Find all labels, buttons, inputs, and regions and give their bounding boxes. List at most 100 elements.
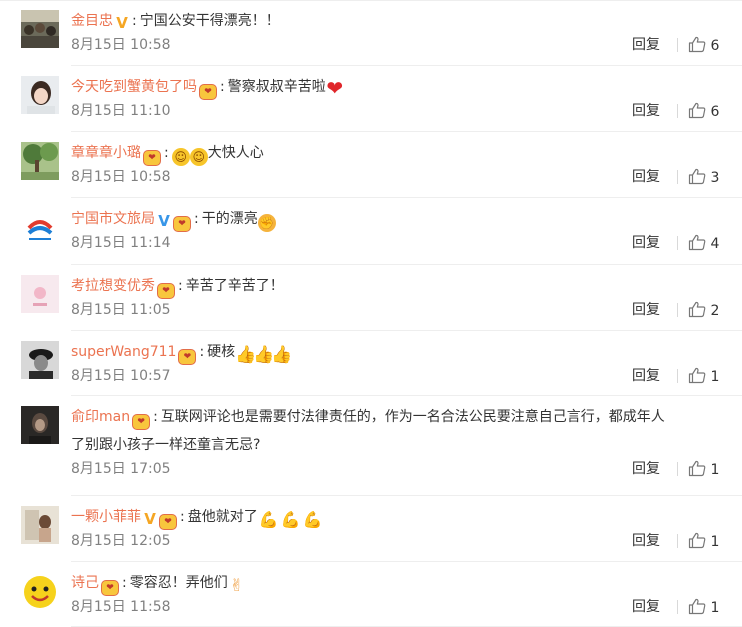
like-count: 4 [710, 236, 720, 252]
like-count: 2 [710, 303, 720, 319]
comment-text: 大快人心 [207, 145, 264, 161]
comment-time: 8月15日 17:05 [71, 461, 171, 477]
username-link[interactable]: superWang711 [71, 344, 176, 360]
ok-emoji-icon: ✌ [229, 576, 244, 596]
like-button[interactable]: 6 [688, 36, 719, 55]
comment-line: 宁国市文旅局 V ❤: 干的漂亮 ✊ [71, 209, 276, 232]
colon: : [164, 145, 169, 161]
vip-badge-icon: ❤ [178, 349, 197, 365]
comment-text: 零容忍！弄他们 [129, 575, 228, 591]
avatar[interactable] [21, 142, 59, 180]
like-button[interactable]: 1 [688, 460, 719, 479]
like-button[interactable]: 3 [688, 168, 719, 187]
avatar[interactable] [21, 10, 59, 48]
comment-text: 宁国公安干得漂亮！！ [139, 13, 280, 29]
reply-button[interactable]: 回复 [632, 598, 660, 616]
colon: : [180, 509, 185, 525]
reply-button[interactable]: 回复 [632, 460, 660, 478]
comment-text: 硬核 [207, 344, 236, 360]
comment-time: 8月15日 11:05 [71, 302, 171, 318]
action-separator [677, 303, 678, 317]
action-separator [677, 236, 678, 250]
comment-text: 盘他就对了 [187, 509, 258, 525]
like-button[interactable]: 1 [688, 598, 719, 617]
comment-item: 章章章小璐 ❤: ☺ ☺ 大快人心 8月15日 10:58 回复 3 [0, 132, 742, 198]
reply-button[interactable]: 回复 [632, 234, 660, 252]
username-link[interactable]: 宁国市文旅局 [71, 211, 155, 227]
comment-line: 金目忠 V: 宁国公安干得漂亮！！ [71, 11, 280, 31]
arm-emoji-icon: 💪 [302, 510, 323, 529]
action-separator [677, 38, 678, 52]
username-link[interactable]: 章章章小璐 [71, 145, 141, 161]
vip-badge-icon: ❤ [173, 216, 191, 232]
reply-button[interactable]: 回复 [632, 301, 660, 319]
username-link[interactable]: 一颗小菲菲 [71, 509, 141, 525]
avatar[interactable] [21, 208, 59, 246]
action-separator [677, 170, 678, 184]
like-count: 6 [710, 38, 720, 54]
username-link[interactable]: 今天吃到蟹黄包了吗 [71, 79, 197, 95]
comment-time: 8月15日 11:58 [71, 599, 171, 615]
comment-item: 宁国市文旅局 V ❤: 干的漂亮 ✊ 8月15日 11:14 回复 4 [0, 198, 742, 265]
reply-button[interactable]: 回复 [632, 532, 660, 550]
comment-text: 互联网评论也是需要付法律责任的，作为一名合法公民要注意自己言行，都成年人 [160, 409, 665, 425]
heart-emoji-icon: ❤ [326, 76, 344, 100]
comment-item: 诗己 ❤: 零容忍！弄他们 ✌ 8月15日 11:58 回复 1 [0, 562, 742, 627]
thumb-up-icon [688, 234, 706, 251]
comment-line: superWang711 ❤: 硬核👍👍👍 [71, 342, 293, 365]
arm-emoji-icon: 💪 [280, 510, 301, 529]
username-link[interactable]: 诗己 [71, 575, 99, 591]
vip-badge-icon: ❤ [132, 414, 151, 430]
like-button[interactable]: 6 [688, 102, 719, 121]
vip-badge-icon: ❤ [199, 84, 217, 100]
thumb-emoji-icon: 👍 [271, 345, 293, 365]
colon: : [178, 278, 183, 294]
comment-item: 今天吃到蟹黄包了吗 ❤: 警察叔叔辛苦啦❤ 8月15日 11:10 回复 6 [0, 66, 742, 132]
action-separator [677, 462, 678, 476]
thumb-up-icon [688, 367, 706, 384]
colon: : [194, 211, 199, 227]
colon: : [132, 13, 137, 29]
avatar[interactable] [21, 572, 59, 610]
username-link[interactable]: 俞印man [71, 409, 130, 425]
face-emoji-icon: ☺ [189, 148, 208, 166]
thumb-up-icon [688, 168, 706, 185]
reply-button[interactable]: 回复 [632, 36, 660, 54]
avatar[interactable] [21, 76, 59, 114]
comment-line: 俞印man ❤: 互联网评论也是需要付法律责任的，作为一名合法公民要注意自己言行，都… [71, 407, 665, 430]
like-button[interactable]: 2 [688, 301, 719, 320]
reply-button[interactable]: 回复 [632, 102, 660, 120]
like-count: 1 [710, 369, 720, 385]
comment-item: 考拉想变优秀 ❤: 辛苦了辛苦了！ 8月15日 11:05 回复 2 [0, 265, 742, 331]
comment-text: 干的漂亮 [201, 211, 258, 227]
avatar[interactable] [21, 341, 59, 379]
comment-time: 8月15日 10:57 [71, 368, 171, 384]
thumb-up-icon [688, 598, 706, 615]
avatar[interactable] [21, 275, 59, 313]
like-count: 1 [710, 462, 720, 478]
like-count: 3 [710, 170, 720, 186]
like-button[interactable]: 4 [688, 234, 719, 253]
comment-time: 8月15日 10:58 [71, 169, 171, 185]
vip-badge-icon: ❤ [159, 514, 177, 530]
reply-button[interactable]: 回复 [632, 168, 660, 186]
arm-emoji-icon: 💪 [258, 510, 279, 529]
username-link[interactable]: 考拉想变优秀 [71, 278, 155, 294]
comment-line: 章章章小璐 ❤: ☺ ☺ 大快人心 [71, 143, 264, 166]
avatar[interactable] [21, 406, 59, 444]
comment-line: 今天吃到蟹黄包了吗 ❤: 警察叔叔辛苦啦❤ [71, 77, 344, 100]
comment-line: 考拉想变优秀 ❤: 辛苦了辛苦了！ [71, 276, 284, 299]
action-separator [677, 534, 678, 548]
reply-button[interactable]: 回复 [632, 367, 660, 385]
like-button[interactable]: 1 [688, 532, 719, 551]
thumb-up-icon [688, 532, 706, 549]
username-link[interactable]: 金目忠 [71, 13, 113, 29]
action-separator [677, 369, 678, 383]
like-count: 6 [710, 104, 720, 120]
face-emoji-icon: ☺ [171, 148, 190, 166]
comment-time: 8月15日 11:14 [71, 235, 171, 251]
like-button[interactable]: 1 [688, 367, 719, 386]
avatar[interactable] [21, 506, 59, 544]
comment-text: 警察叔叔辛苦啦 [227, 79, 326, 95]
colon: : [199, 344, 205, 360]
